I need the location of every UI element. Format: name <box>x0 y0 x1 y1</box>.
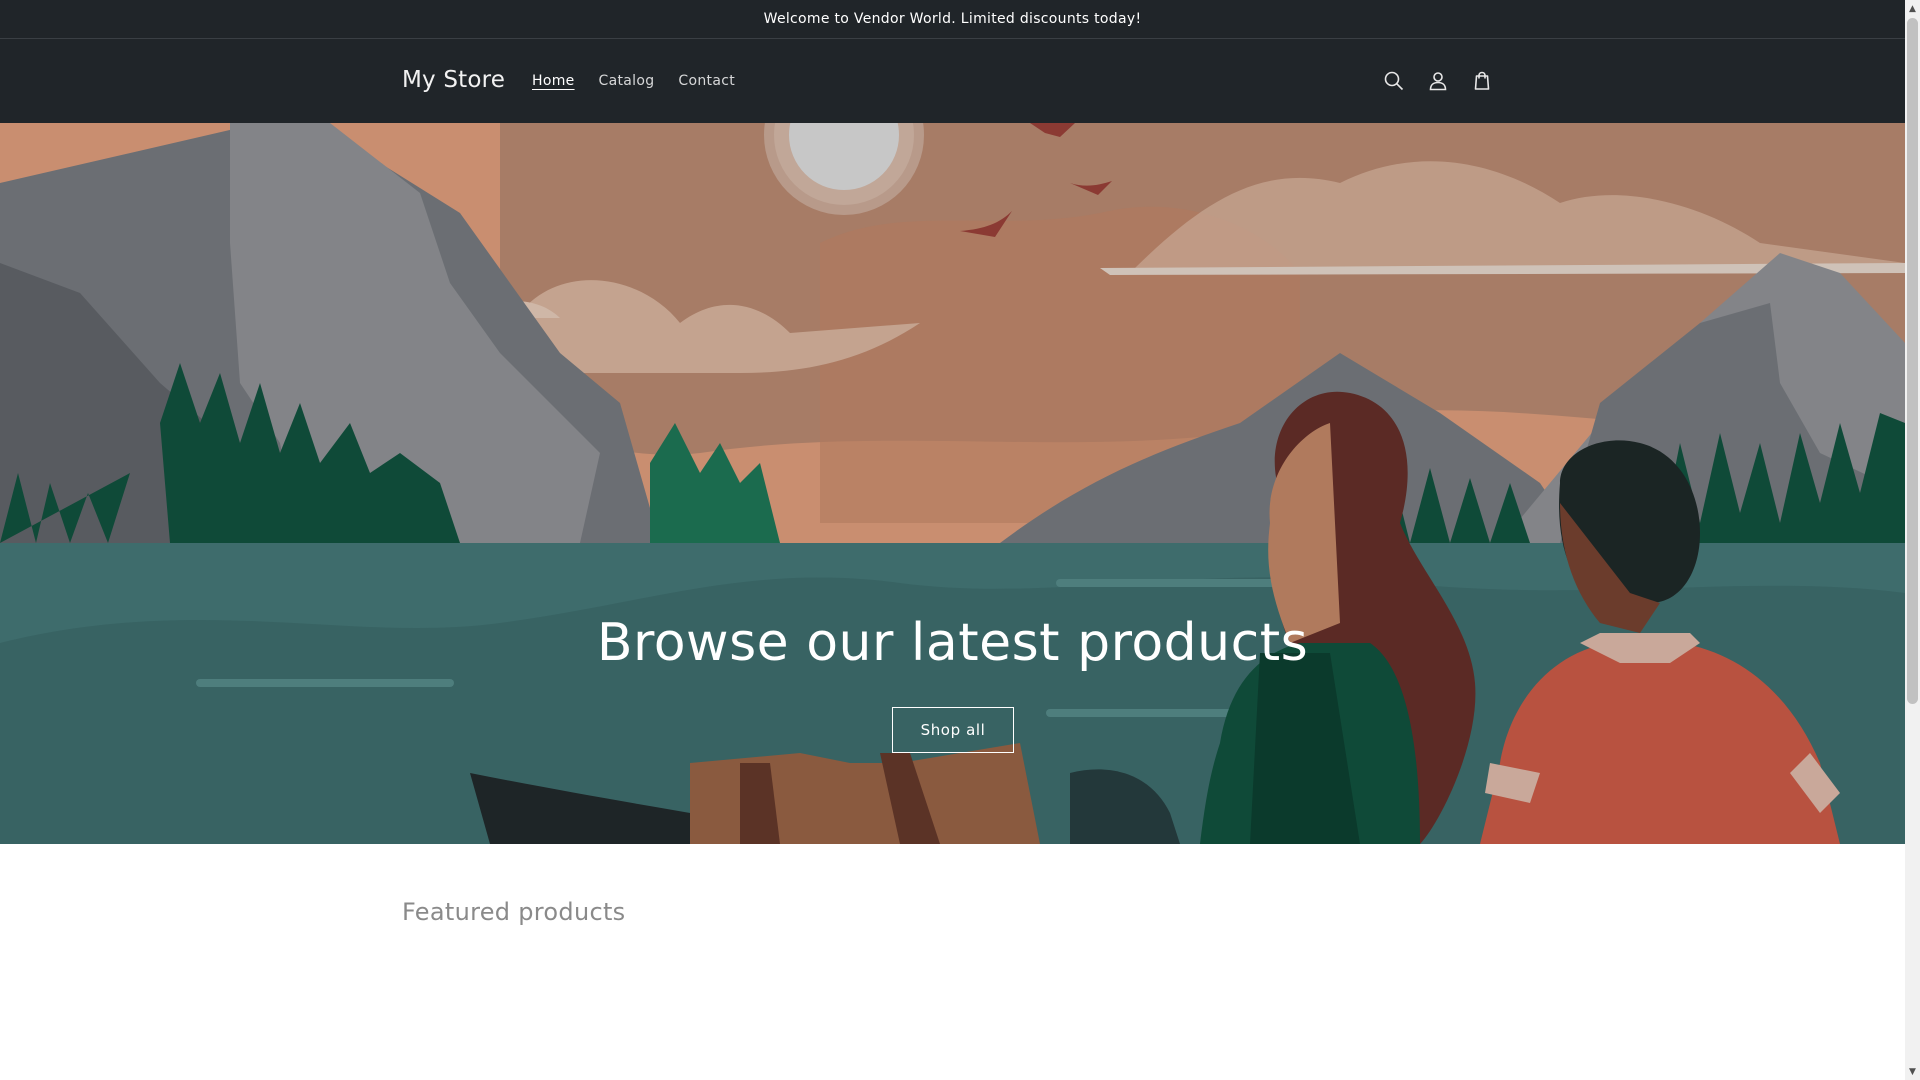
hero-title: Browse our latest products <box>596 613 1309 673</box>
shop-all-button[interactable]: Shop all <box>892 707 1014 753</box>
page: Welcome to Vendor World. Limited discoun… <box>0 0 1905 1080</box>
account-button[interactable] <box>1416 59 1460 103</box>
scroll-thumb[interactable] <box>1907 18 1918 704</box>
account-icon <box>1429 72 1447 91</box>
scroll-up-icon[interactable]: ▲ <box>1905 0 1920 17</box>
search-button[interactable] <box>1372 59 1416 103</box>
cart-icon <box>1474 71 1490 90</box>
nav-catalog[interactable]: Catalog <box>587 71 667 91</box>
store-logo[interactable]: My Store <box>402 67 505 93</box>
main-nav: Home Catalog Contact <box>520 71 747 91</box>
header-icons <box>1372 59 1504 103</box>
nav-home[interactable]: Home <box>520 71 587 91</box>
site-header: My Store Home Catalog Contact <box>0 39 1905 123</box>
announcement-text: Welcome to Vendor World. Limited discoun… <box>763 11 1142 27</box>
scroll-down-icon[interactable]: ▼ <box>1905 1063 1920 1080</box>
search-icon <box>1384 71 1404 91</box>
announcement-bar: Welcome to Vendor World. Limited discoun… <box>0 0 1905 39</box>
nav-contact[interactable]: Contact <box>666 71 747 91</box>
cart-button[interactable] <box>1460 59 1504 103</box>
hero-banner: Browse our latest products Shop all <box>0 123 1905 844</box>
page-scrollbar[interactable]: ▲ ▼ <box>1905 0 1920 1080</box>
featured-products-title: Featured products <box>402 898 626 926</box>
